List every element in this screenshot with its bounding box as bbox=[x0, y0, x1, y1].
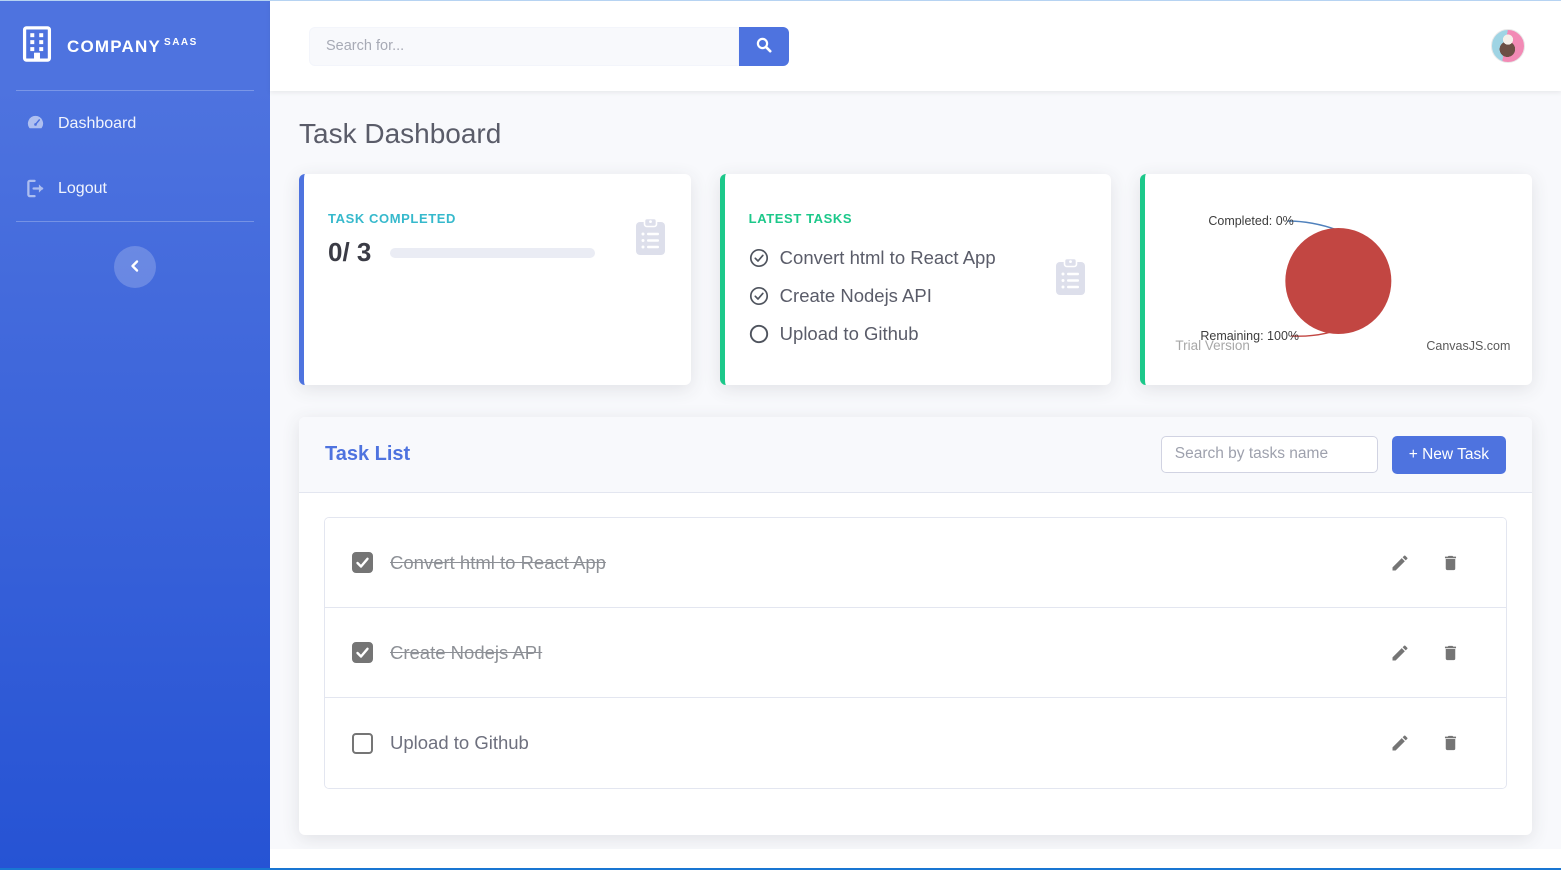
sidebar-item-label: Dashboard bbox=[58, 115, 136, 133]
sidebar-item-label: Logout bbox=[58, 180, 107, 198]
task-list-body: Convert html to React App Create Nodejs A… bbox=[299, 493, 1532, 835]
sidebar-nav: Dashboard Logout bbox=[0, 91, 270, 221]
check-circle-icon bbox=[749, 286, 769, 306]
latest-task-label: Create Nodejs API bbox=[780, 285, 932, 307]
sidebar-item-dashboard[interactable]: Dashboard bbox=[0, 91, 270, 156]
trial-version-watermark: Trial Version bbox=[1176, 338, 1251, 353]
topbar bbox=[270, 1, 1561, 91]
task-completed-card: TASK COMPLETED 0/ 3 bbox=[299, 174, 691, 385]
task-checkbox[interactable] bbox=[352, 642, 373, 663]
pencil-icon bbox=[1390, 643, 1410, 663]
pie-chart-card: Completed: 0% Remaining: 100% Trial Vers… bbox=[1140, 174, 1532, 385]
chevron-left-icon bbox=[128, 259, 142, 276]
check-circle-icon bbox=[749, 248, 769, 268]
app-window: COMPANYSAAS Dashboard bbox=[0, 0, 1561, 870]
task-checkbox[interactable] bbox=[352, 733, 373, 754]
task-checkbox[interactable] bbox=[352, 552, 373, 573]
latest-tasks-list: Convert html to React App Create Nodejs A… bbox=[749, 239, 1088, 353]
edit-task-button[interactable] bbox=[1390, 733, 1410, 753]
task-rows-container: Convert html to React App Create Nodejs A… bbox=[324, 517, 1507, 789]
latest-task-item: Create Nodejs API bbox=[749, 277, 1088, 315]
page-title: Task Dashboard bbox=[299, 118, 1532, 150]
task-label: Convert html to React App bbox=[390, 552, 606, 574]
circle-icon bbox=[749, 324, 769, 344]
panel-actions: + New Task bbox=[1161, 436, 1506, 474]
task-label: Upload to Github bbox=[390, 732, 529, 754]
search-button[interactable] bbox=[739, 27, 789, 66]
task-row: Upload to Github bbox=[325, 698, 1506, 788]
row-actions bbox=[1390, 733, 1460, 753]
logout-icon bbox=[26, 179, 45, 198]
latest-task-item: Upload to Github bbox=[749, 315, 1088, 353]
task-row: Create Nodejs API bbox=[325, 608, 1506, 698]
trash-icon bbox=[1441, 553, 1460, 573]
sidebar-divider bbox=[16, 221, 254, 222]
sidebar-item-logout[interactable]: Logout bbox=[0, 156, 270, 221]
content: Task Dashboard TASK COMPLETED 0/ 3 bbox=[270, 91, 1561, 849]
task-label: Create Nodejs API bbox=[390, 642, 542, 664]
trash-icon bbox=[1441, 733, 1460, 753]
task-list-header: Task List + New Task bbox=[299, 417, 1532, 493]
task-list-panel: Task List + New Task Convert html to Rea… bbox=[299, 417, 1532, 835]
edit-task-button[interactable] bbox=[1390, 553, 1410, 573]
brand-title: COMPANYSAAS bbox=[67, 37, 198, 57]
row-actions bbox=[1390, 643, 1460, 663]
latest-task-label: Upload to Github bbox=[780, 323, 919, 345]
latest-tasks-card: LATEST TASKS Convert html to React App Cr… bbox=[720, 174, 1112, 385]
latest-task-label: Convert html to React App bbox=[780, 247, 996, 269]
delete-task-button[interactable] bbox=[1441, 733, 1460, 753]
pencil-icon bbox=[1390, 733, 1410, 753]
search-input[interactable] bbox=[309, 27, 739, 66]
sidebar-collapse-button[interactable] bbox=[114, 246, 156, 288]
clipboard-list-icon bbox=[634, 218, 667, 261]
search-form bbox=[309, 27, 789, 66]
brand[interactable]: COMPANYSAAS bbox=[0, 1, 270, 90]
user-avatar[interactable] bbox=[1491, 29, 1525, 63]
pencil-icon bbox=[1390, 553, 1410, 573]
canvasjs-credit: CanvasJS.com bbox=[1427, 339, 1511, 353]
search-icon bbox=[756, 37, 772, 56]
delete-task-button[interactable] bbox=[1441, 553, 1460, 573]
progress-bar bbox=[390, 248, 594, 258]
row-actions bbox=[1390, 553, 1460, 573]
completed-count: 0/ 3 bbox=[328, 237, 371, 268]
sidebar: COMPANYSAAS Dashboard bbox=[0, 1, 270, 870]
pie-slice-remaining bbox=[1286, 228, 1392, 334]
summary-cards-row: TASK COMPLETED 0/ 3 bbox=[299, 174, 1532, 385]
pie-chart: Completed: 0% Remaining: 100% Trial Vers… bbox=[1145, 174, 1532, 385]
card-label: LATEST TASKS bbox=[749, 211, 1088, 226]
trash-icon bbox=[1441, 643, 1460, 663]
task-row: Convert html to React App bbox=[325, 518, 1506, 608]
dashboard-gauge-icon bbox=[26, 114, 45, 133]
panel-title: Task List bbox=[325, 443, 410, 466]
new-task-button[interactable]: + New Task bbox=[1392, 436, 1506, 474]
leader-line-completed bbox=[1288, 221, 1338, 230]
delete-task-button[interactable] bbox=[1441, 643, 1460, 663]
footer bbox=[270, 849, 1561, 870]
pie-label-completed: Completed: 0% bbox=[1209, 214, 1294, 228]
main-area: Task Dashboard TASK COMPLETED 0/ 3 bbox=[270, 1, 1561, 870]
clipboard-list-icon bbox=[1054, 258, 1087, 301]
edit-task-button[interactable] bbox=[1390, 643, 1410, 663]
building-icon bbox=[22, 26, 52, 67]
card-label: TASK COMPLETED bbox=[328, 211, 667, 226]
task-search-input[interactable] bbox=[1161, 436, 1378, 473]
latest-task-item: Convert html to React App bbox=[749, 239, 1088, 277]
